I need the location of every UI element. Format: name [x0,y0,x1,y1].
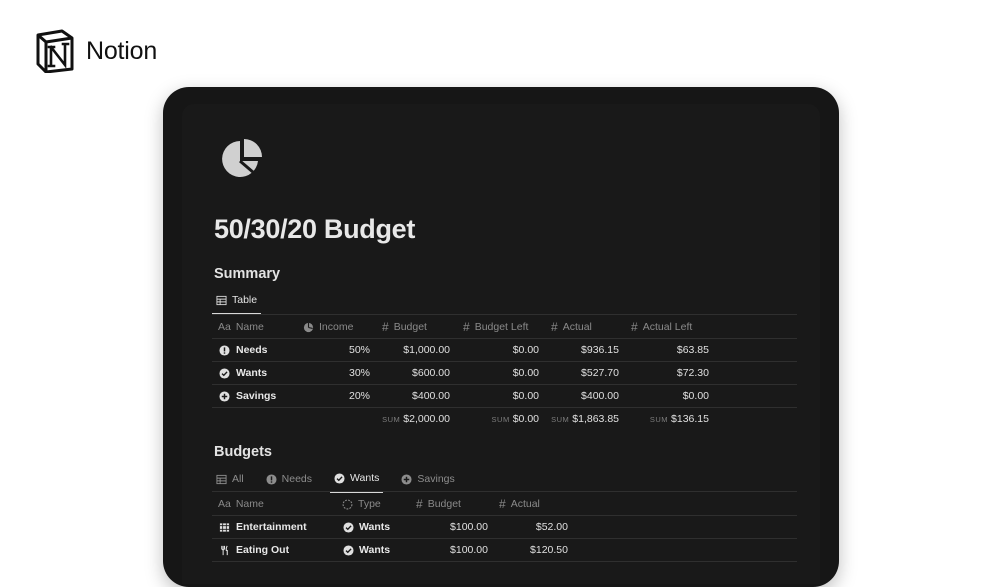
check-circle-icon [334,472,345,484]
exclamation-circle-icon [266,473,277,485]
table-header: Aa Name Type # Budget # Actual [212,493,797,516]
divider [212,314,797,315]
budget-cell: $1,000.00 [403,344,450,356]
table-row[interactable]: Eating Out Wants $100.00 $120.50 [212,539,797,562]
col-actual[interactable]: # Actual [499,493,540,515]
budget-cell: $100.00 [450,521,488,533]
tab-table-label: Table [232,294,258,306]
pie-chart-icon [222,139,262,177]
col-income[interactable]: Income [303,316,353,338]
film-icon [219,522,230,532]
type-tag[interactable]: Wants [343,516,390,538]
page-title: 50/30/20 Budget [214,214,416,244]
summary-sum-row: SUM $2,000.00 SUM $0.00 SUM $1,863.85 SUM $1… [212,408,797,430]
sum-actual[interactable]: SUM $1,863.85 [539,408,619,430]
table-header: Aa Name Income # Budget # Budget Left # Actu… [212,316,797,339]
budgets-view-tabs: All Needs Wants Savings [212,472,459,493]
col-budget-left[interactable]: # Budget Left [463,316,528,338]
aa-icon: Aa [218,498,231,510]
col-actual[interactable]: # Actual [551,316,592,338]
check-circle-icon [343,544,354,556]
table-icon [216,474,227,484]
fork-knife-icon [221,545,228,555]
actual-cell: $120.50 [530,544,568,556]
actual-cell: $936.15 [581,344,619,356]
tab-needs[interactable]: Needs [262,472,316,493]
row-name[interactable]: Savings [219,385,276,407]
income-cell: 30% [348,367,370,379]
row-name[interactable]: Entertainment [219,516,307,538]
notion-logo-icon [36,29,74,73]
sum-budget[interactable]: SUM $2,000.00 [372,408,450,430]
table-row[interactable]: Wants 30% $600.00 $0.00 $527.70 $72.30 [212,362,797,385]
col-budget[interactable]: # Budget [382,316,427,338]
aa-icon: Aa [218,321,231,333]
table-row[interactable]: Entertainment Wants $100.00 $52.00 [212,516,797,539]
actual-cell: $52.00 [535,521,568,533]
row-name[interactable]: Eating Out [219,539,289,561]
notion-brand: Notion [34,29,157,73]
number-icon: # [382,320,389,334]
tab-table[interactable]: Table [212,294,262,315]
actual-left-cell: $72.30 [676,367,709,379]
col-budget[interactable]: # Budget [416,493,461,515]
exclamation-circle-icon [219,344,230,356]
row-name[interactable]: Wants [219,362,267,384]
col-name[interactable]: Aa Name [218,316,264,338]
tab-all[interactable]: All [212,472,248,493]
brand-name: Notion [86,36,158,65]
plus-circle-icon [401,473,412,485]
actual-cell: $527.70 [581,367,619,379]
table-row[interactable]: Needs 50% $1,000.00 $0.00 $936.15 $63.85 [212,339,797,362]
table-row[interactable]: Savings 20% $400.00 $0.00 $400.00 $0.00 [212,385,797,408]
number-icon: # [551,320,558,334]
check-circle-icon [219,367,230,379]
budget-left-cell: $0.00 [512,367,539,379]
tab-wants[interactable]: Wants [330,472,384,493]
tab-savings[interactable]: Savings [397,472,458,493]
budget-cell: $600.00 [412,367,450,379]
budget-cell: $100.00 [450,544,488,556]
summary-table: Aa Name Income # Budget # Budget Left # Actu… [212,316,797,430]
budgets-table: Aa Name Type # Budget # Actual Entertainmen… [212,493,797,562]
col-actual-left[interactable]: # Actual Left [631,316,692,338]
actual-left-cell: $0.00 [682,390,709,402]
tablet-frame: 50/30/20 Budget Summary Table Aa Name Inc… [163,87,839,587]
plus-circle-icon [219,390,230,402]
budgets-title: Budgets [214,444,272,460]
pie-icon [303,322,314,332]
number-icon: # [463,320,470,334]
table-icon [216,295,227,305]
number-icon: # [631,320,638,334]
row-name[interactable]: Needs [219,339,268,361]
summary-view-tabs: Table [212,294,262,315]
divider [212,491,797,492]
sum-budget-left[interactable]: SUM $0.00 [457,408,539,430]
income-cell: 50% [348,344,370,356]
actual-left-cell: $63.85 [676,344,709,356]
summary-title: Summary [214,266,281,282]
sum-actual-left[interactable]: SUM $136.15 [619,408,709,430]
number-icon: # [416,497,423,511]
status-icon [342,499,353,509]
number-icon: # [499,497,506,511]
budget-left-cell: $0.00 [512,390,539,402]
col-type[interactable]: Type [342,493,381,515]
notion-page: 50/30/20 Budget Summary Table Aa Name Inc… [182,104,820,584]
budget-cell: $400.00 [412,390,450,402]
actual-cell: $400.00 [581,390,619,402]
col-name[interactable]: Aa Name [218,493,264,515]
type-tag[interactable]: Wants [343,539,390,561]
budget-left-cell: $0.00 [512,344,539,356]
income-cell: 20% [348,390,370,402]
check-circle-icon [343,521,354,533]
